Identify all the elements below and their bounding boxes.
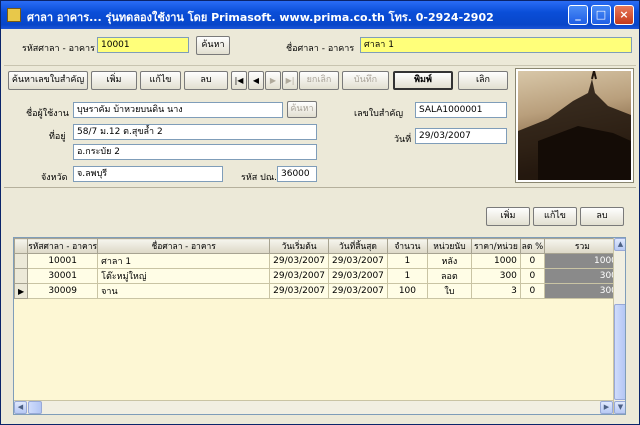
building-photo: [515, 68, 634, 183]
app-icon: [7, 8, 21, 22]
close-button[interactable]: ×: [614, 5, 634, 25]
row-selector-header: [14, 238, 29, 254]
detail-edit-button[interactable]: แก้ไข: [533, 207, 577, 226]
grid-cell-end[interactable]: 29/03/2007: [328, 283, 388, 299]
grid-cell-start[interactable]: 29/03/2007: [269, 283, 330, 299]
column-header[interactable]: หน่วยนับ: [426, 238, 472, 254]
grid-cell-total[interactable]: 300: [543, 283, 621, 299]
scroll-left-icon[interactable]: ◀: [14, 401, 27, 414]
first-record-button[interactable]: |◀: [231, 71, 247, 90]
grid-cell-code[interactable]: 30001: [27, 268, 99, 284]
grid-cell-name[interactable]: โต๊ะหมู่ใหญ่: [97, 268, 271, 284]
user-input[interactable]: บุษราคัม บ้าหวยบนดิน นาง: [73, 102, 283, 118]
code-label: รหัสศาลา - อาคาร: [22, 44, 95, 54]
grid-cell-end[interactable]: 29/03/2007: [328, 268, 388, 284]
title-bar[interactable]: ศาลา อาคาร... รุ่นทดลองใช้งาน โดย Primas…: [1, 1, 639, 29]
grid-cell-price[interactable]: 3: [470, 283, 521, 299]
date-input[interactable]: 29/03/2007: [415, 128, 507, 144]
grid-cell-name[interactable]: จาน: [97, 283, 271, 299]
grid-cell-unit[interactable]: หลัง: [426, 253, 472, 269]
detail-table: รหัสศาลา - อาคาร ชื่อศาลา - อาคาร วันเริ…: [14, 238, 621, 299]
postcode-label: รหัส ปณ.: [241, 173, 278, 183]
print-button[interactable]: พิมพ์: [393, 71, 453, 90]
grid-cell-discount[interactable]: 0: [519, 268, 545, 284]
column-header[interactable]: ลด %: [519, 238, 545, 254]
code-input[interactable]: 10001: [97, 37, 189, 53]
grid-cell-name[interactable]: ศาลา 1: [97, 253, 271, 269]
column-header[interactable]: วันเริ่มต้น: [269, 238, 330, 254]
prev-record-button[interactable]: ◀: [248, 71, 264, 90]
maximize-button[interactable]: □: [591, 5, 611, 25]
grid-cell-qty[interactable]: 1: [386, 268, 428, 284]
delete-button[interactable]: ลบ: [184, 71, 228, 90]
grid-cell-code[interactable]: 30009: [27, 283, 99, 299]
table-row[interactable]: ▶ 30009 จาน 29/03/2007 29/03/2007 100 ใบ 3 0 300: [14, 283, 621, 299]
grid-cell-unit[interactable]: ลอต: [426, 268, 472, 284]
province-input[interactable]: จ.ลพบุรี: [73, 166, 223, 182]
vertical-scroll-thumb[interactable]: [614, 304, 625, 400]
user-label: ชื่อผู้ใช้งาน: [26, 109, 69, 119]
window-title: ศาลา อาคาร... รุ่นทดลองใช้งาน โดย Primas…: [27, 11, 494, 24]
scroll-right-icon[interactable]: ▶: [600, 401, 613, 414]
grid-cell-discount[interactable]: 0: [519, 253, 545, 269]
province-label: จังหวัด: [41, 173, 68, 183]
detail-grid[interactable]: รหัสศาลา - อาคาร ชื่อศาลา - อาคาร วันเริ…: [13, 237, 626, 415]
date-label: วันที่: [394, 135, 412, 145]
grid-cell-discount[interactable]: 0: [519, 283, 545, 299]
column-header[interactable]: รหัสศาลา - อาคาร: [27, 238, 99, 254]
scroll-down-icon[interactable]: ▼: [614, 401, 625, 414]
scroll-up-icon[interactable]: ▲: [614, 238, 625, 251]
grid-cell-qty[interactable]: 1: [386, 253, 428, 269]
column-header[interactable]: จำนวน: [386, 238, 428, 254]
column-header[interactable]: ชื่อศาลา - อาคาร: [97, 238, 271, 254]
address-line2-input[interactable]: อ.กระบัย 2: [73, 144, 317, 160]
user-search-button[interactable]: ค้นหา: [287, 101, 317, 118]
search-panel: รหัสศาลา - อาคาร 10001 ค้นหา ชื่อศาลา - …: [4, 29, 636, 66]
grid-cell-end[interactable]: 29/03/2007: [328, 253, 388, 269]
receipt-label: เลขใบสำคัญ: [354, 109, 404, 119]
detail-delete-button[interactable]: ลบ: [580, 207, 624, 226]
add-button[interactable]: เพิ่ม: [91, 71, 137, 90]
grid-horizontal-scrollbar[interactable]: ◀ ▶: [14, 400, 613, 414]
grid-header-row: รหัสศาลา - อาคาร ชื่อศาลา - อาคาร วันเริ…: [14, 238, 621, 254]
grid-cell-start[interactable]: 29/03/2007: [269, 268, 330, 284]
grid-cell-unit[interactable]: ใบ: [426, 283, 472, 299]
save-button[interactable]: บันทึก: [342, 71, 389, 90]
detail-add-button[interactable]: เพิ่ม: [486, 207, 530, 226]
column-header[interactable]: ราคา/หน่วย: [470, 238, 521, 254]
section-divider: [4, 187, 636, 191]
grid-cell-price[interactable]: 300: [470, 268, 521, 284]
horizontal-scroll-thumb[interactable]: [28, 401, 42, 414]
minimize-button[interactable]: _: [568, 5, 588, 25]
find-receipt-button[interactable]: ค้นหาเลขใบสำคัญ: [8, 71, 88, 90]
next-record-button[interactable]: ▶: [265, 71, 281, 90]
name-label: ชื่อศาลา - อาคาร: [286, 44, 355, 54]
column-header[interactable]: รวม: [543, 238, 621, 254]
table-row[interactable]: 10001 ศาลา 1 29/03/2007 29/03/2007 1 หลัง 1000…: [14, 253, 621, 269]
address-line1-input[interactable]: 58/7 ม.12 ต.สุขล้ำ 2: [73, 124, 317, 140]
code-search-button[interactable]: ค้นหา: [196, 36, 230, 55]
row-selector[interactable]: [14, 268, 29, 284]
grid-cell-start[interactable]: 29/03/2007: [269, 253, 330, 269]
exit-button[interactable]: เลิก: [458, 71, 508, 90]
grid-vertical-scrollbar[interactable]: ▲ ▼: [613, 238, 625, 414]
grid-cell-total[interactable]: 300: [543, 268, 621, 284]
last-record-button[interactable]: ▶|: [282, 71, 298, 90]
column-header[interactable]: วันที่สิ้นสุด: [328, 238, 388, 254]
table-row[interactable]: 30001 โต๊ะหมู่ใหญ่ 29/03/2007 29/03/2007 1 ลอ…: [14, 268, 621, 284]
main-window: ศาลา อาคาร... รุ่นทดลองใช้งาน โดย Primas…: [0, 0, 640, 425]
grid-cell-code[interactable]: 10001: [27, 253, 99, 269]
receipt-input[interactable]: SALA1000001: [415, 102, 507, 118]
grid-cell-qty[interactable]: 100: [386, 283, 428, 299]
cancel-button[interactable]: ยกเลิก: [299, 71, 339, 90]
row-selector[interactable]: [14, 253, 29, 269]
name-input[interactable]: ศาลา 1: [360, 37, 632, 53]
address-label: ที่อยู่: [49, 132, 66, 142]
current-row-indicator-icon[interactable]: ▶: [14, 283, 29, 299]
grid-cell-price[interactable]: 1000: [470, 253, 521, 269]
edit-button[interactable]: แก้ไข: [140, 71, 181, 90]
grid-cell-total[interactable]: 1000: [543, 253, 621, 269]
temple-silhouette-image: [518, 71, 631, 180]
postcode-input[interactable]: 36000: [277, 166, 317, 182]
